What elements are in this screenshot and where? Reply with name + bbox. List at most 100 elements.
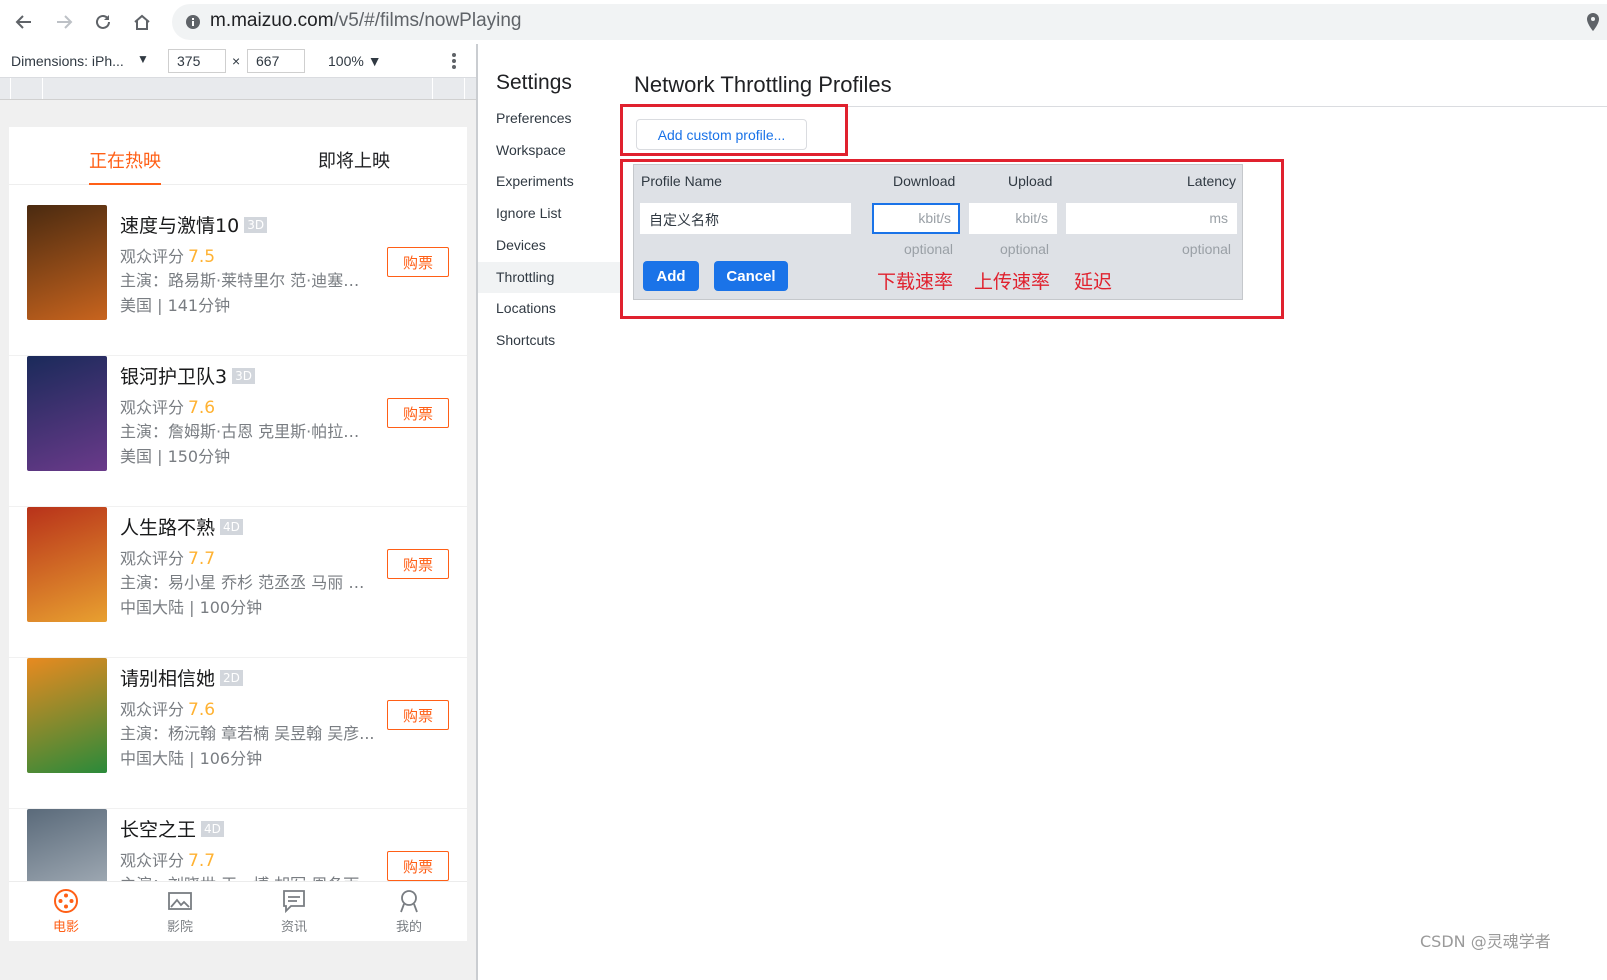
movie-score: 观众评分 7.7 [120, 545, 215, 569]
format-badge: 4D [220, 519, 243, 535]
movie-score: 观众评分 7.6 [120, 394, 215, 418]
tab-coming-soon-label: 即将上映 [318, 151, 390, 172]
download-optional: optional [904, 241, 954, 257]
movie-poster[interactable] [27, 658, 107, 773]
movie-poster[interactable] [27, 507, 107, 622]
movie-poster[interactable] [27, 356, 107, 471]
forward-button[interactable] [50, 8, 78, 36]
latency-optional: optional [1182, 241, 1232, 257]
movie-item[interactable]: 速度与激情10 3D 观众评分 7.5 主演：路易斯·莱特里尔 范·迪塞尔 ... … [9, 205, 467, 356]
url-host: m.maizuo.com [210, 10, 334, 31]
movie-title: 银河护卫队3 3D [120, 362, 255, 389]
info-icon[interactable] [184, 13, 202, 31]
download-input[interactable]: kbit/s [872, 203, 960, 234]
sidebar-item-throttling[interactable]: Throttling [478, 261, 620, 293]
dimensions-dropdown[interactable]: Dimensions: iPh... [11, 53, 124, 69]
movie-item[interactable]: 人生路不熟 4D 观众评分 7.7 主演：易小星 乔杉 范丞丞 马丽 张... 中国… [9, 507, 467, 658]
active-tab-underline [89, 183, 161, 185]
upload-optional: optional [1000, 241, 1050, 257]
movie-title: 长空之王 4D [120, 815, 224, 842]
movie-info: 中国大陆 | 100分钟 [120, 598, 263, 617]
annotation-download-rate: 下载速率 [877, 271, 954, 293]
score-label: 观众评分 [120, 700, 185, 719]
nav-profile[interactable]: 我的 [379, 888, 439, 935]
movie-score: 观众评分 7.6 [120, 696, 215, 720]
score-value: 7.7 [188, 549, 216, 569]
location-icon[interactable] [1585, 12, 1601, 32]
nav-movies[interactable]: 电影 [36, 888, 96, 935]
score-value: 7.7 [188, 851, 216, 871]
col-latency: Latency [1187, 173, 1237, 189]
cinema-icon [168, 892, 192, 910]
sidebar-item-devices[interactable]: Devices [478, 230, 620, 261]
movie-title-text: 人生路不熟 [120, 517, 216, 539]
buy-ticket-button[interactable]: 购票 [387, 398, 449, 428]
movie-title: 请别相信她 2D [120, 664, 243, 691]
back-button[interactable] [10, 8, 38, 36]
annotation-latency: 延迟 [1074, 271, 1113, 293]
home-button[interactable] [128, 8, 156, 36]
format-badge: 4D [201, 821, 224, 837]
movie-title-text: 银河护卫队3 [120, 366, 228, 388]
add-custom-profile-button[interactable]: Add custom profile... [636, 119, 807, 150]
buy-ticket-button[interactable]: 购票 [387, 700, 449, 730]
sidebar-item-experiments[interactable]: Experiments [478, 166, 620, 197]
sidebar-item-ignore-list[interactable]: Ignore List [478, 198, 620, 229]
buy-ticket-button[interactable]: 购票 [387, 549, 449, 579]
height-input[interactable]: 667 [247, 49, 305, 73]
col-profile-name: Profile Name [641, 173, 722, 189]
device-toolbar: Dimensions: iPh... ▼ 375 × 667 100% ▼ [0, 44, 478, 78]
page-title: Network Throttling Profiles [634, 72, 892, 97]
cancel-button[interactable]: Cancel [714, 261, 788, 291]
times-sign: × [232, 53, 241, 69]
score-value: 7.6 [188, 700, 216, 720]
more-options-icon[interactable] [447, 50, 461, 72]
tab-now-playing-label: 正在热映 [89, 151, 161, 172]
buy-ticket-button[interactable]: 购票 [387, 851, 449, 881]
sidebar-item-preferences[interactable]: Preferences [478, 103, 620, 134]
movie-title-text: 请别相信她 [120, 668, 216, 690]
reload-button[interactable] [89, 8, 117, 36]
browser-toolbar: m.maizuo.com/v5/#/films/nowPlaying [0, 0, 1607, 44]
format-badge: 3D [244, 217, 268, 233]
zoom-value: 100% [328, 53, 364, 69]
address-bar[interactable]: m.maizuo.com/v5/#/films/nowPlaying [172, 4, 1607, 40]
score-label: 观众评分 [120, 247, 185, 266]
score-value: 7.6 [188, 398, 216, 418]
movie-item[interactable]: 银河护卫队3 3D 观众评分 7.6 主演：詹姆斯·古恩 克里斯·帕拉特 ... 美… [9, 356, 467, 507]
url-text: m.maizuo.com/v5/#/films/nowPlaying [210, 10, 522, 32]
movie-actors: 主演：杨沅翰 章若楠 吴昱翰 吴彦... [120, 724, 375, 743]
score-label: 观众评分 [120, 549, 185, 568]
profile-name-input[interactable]: 自定义名称 [640, 203, 851, 234]
tab-coming-soon[interactable]: 即将上映 [318, 147, 390, 173]
movie-poster[interactable] [27, 205, 107, 320]
movie-item[interactable]: 请别相信她 2D 观众评分 7.6 主演：杨沅翰 章若楠 吴昱翰 吴彦... 中国大… [9, 658, 467, 809]
tab-now-playing[interactable]: 正在热映 [89, 147, 161, 185]
nav-cinemas[interactable]: 影院 [150, 888, 210, 935]
media-query-ruler[interactable] [0, 78, 478, 100]
nav-profile-label: 我的 [395, 920, 422, 935]
bottom-nav: 电影 影院 资讯 我的 [9, 881, 467, 941]
dimensions-caret-icon[interactable]: ▼ [137, 52, 149, 66]
upload-input[interactable]: kbit/s [969, 203, 1057, 234]
sidebar-item-locations[interactable]: Locations [478, 293, 620, 324]
nav-news[interactable]: 资讯 [264, 888, 324, 935]
add-button[interactable]: Add [643, 261, 699, 291]
sidebar-item-shortcuts[interactable]: Shortcuts [478, 325, 620, 356]
latency-input[interactable]: ms [1066, 203, 1237, 234]
width-input[interactable]: 375 [168, 49, 226, 73]
format-badge: 3D [232, 368, 255, 384]
score-value: 7.5 [188, 247, 216, 267]
nav-movies-label: 电影 [52, 920, 79, 935]
back-arrow-icon [15, 15, 31, 29]
zoom-dropdown[interactable]: 100% ▼ [328, 53, 382, 69]
buy-ticket-button[interactable]: 购票 [387, 247, 449, 277]
movie-title-text: 长空之王 [120, 819, 197, 841]
movie-title: 人生路不熟 4D [120, 513, 243, 540]
annotation-upload-rate: 上传速率 [974, 271, 1051, 293]
movie-actors: 主演：路易斯·莱特里尔 范·迪塞尔 ... [120, 271, 375, 290]
reload-icon [96, 14, 110, 29]
sidebar-item-workspace[interactable]: Workspace [478, 135, 620, 166]
score-label: 观众评分 [120, 398, 185, 417]
score-label: 观众评分 [120, 851, 185, 870]
